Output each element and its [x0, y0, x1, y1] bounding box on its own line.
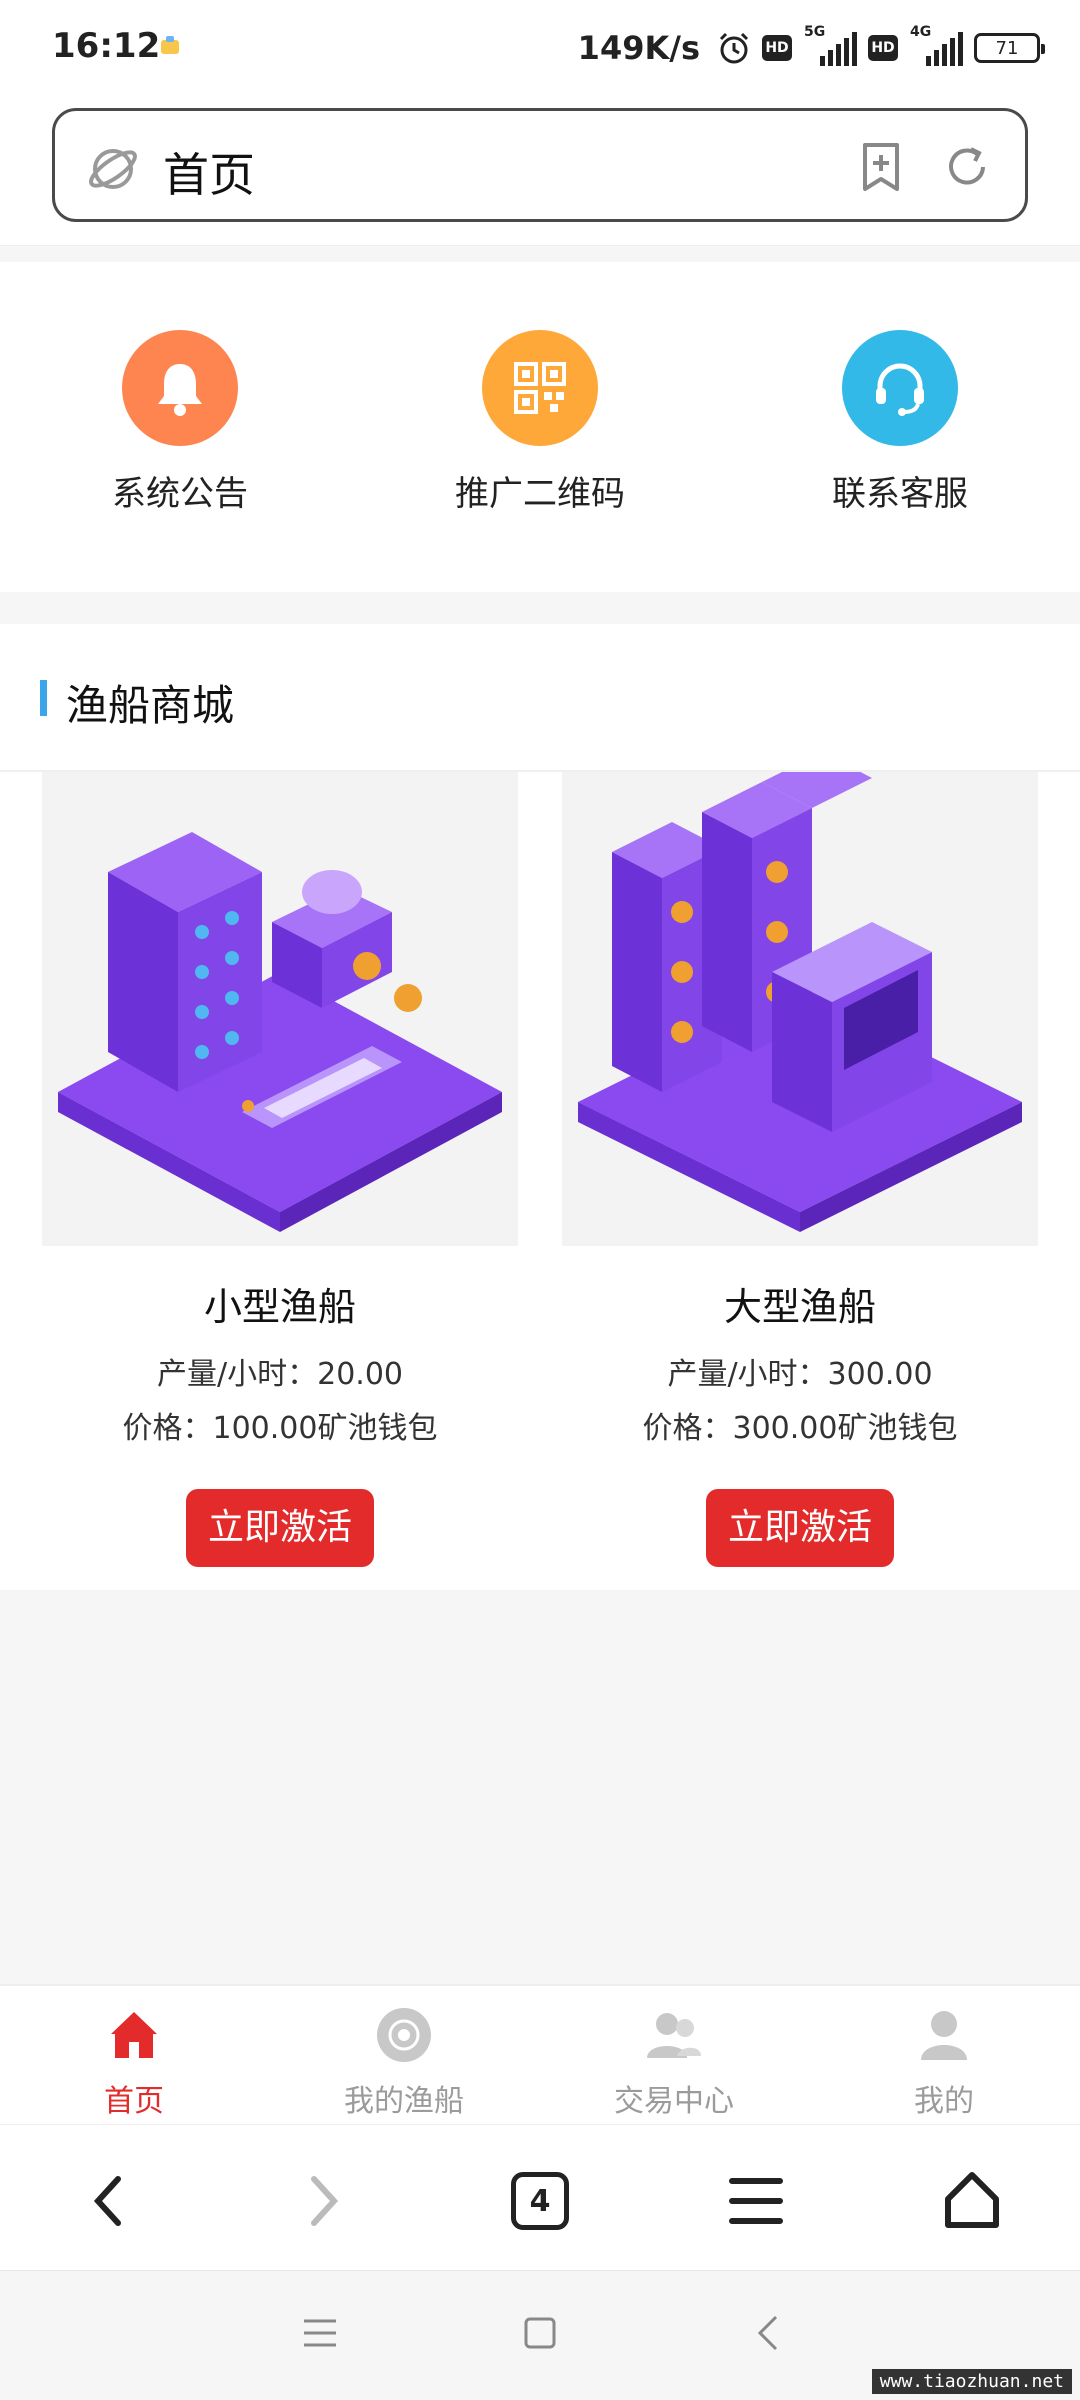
section-accent-bar: [40, 680, 47, 716]
alarm-icon: [719, 32, 749, 64]
planet-icon: [89, 149, 137, 189]
status-indicators: 149K/s HD 5G HD 4G 71: [577, 24, 1045, 72]
product-price: 价格：300.00矿池钱包: [642, 1411, 958, 1446]
bell-icon: [122, 330, 238, 446]
url-bar[interactable]: 首页: [52, 108, 1028, 222]
hd-badge: HD: [762, 35, 792, 61]
boat-mall-section: 渔船商城 小型渔船 产量/小时：20.00 价格：100.00矿池钱包 立即激活…: [0, 624, 1080, 1590]
battery-level: 71: [995, 37, 1019, 59]
tab-label: 交易中心: [614, 2084, 734, 2119]
tab-my-boats[interactable]: 我的渔船: [304, 2006, 504, 2120]
status-bar: 16:12 149K/s HD 5G HD 4G 71: [0, 0, 1080, 96]
add-bookmark-icon[interactable]: [855, 141, 907, 193]
battery-indicator: 71: [974, 33, 1045, 63]
back-button[interactable]: [76, 2169, 140, 2233]
tab-label: 首页: [104, 2084, 164, 2119]
product-card-small: 小型渔船 产量/小时：20.00 价格：100.00矿池钱包 立即激活: [42, 772, 518, 1567]
tab-home[interactable]: 首页: [34, 2006, 234, 2120]
product-image-large-server[interactable]: [562, 752, 1038, 1246]
quick-entry-label: 系统公告: [112, 474, 248, 514]
sim1-label: 5G: [804, 24, 826, 40]
home-square-icon[interactable]: [518, 2311, 562, 2355]
url-text[interactable]: 首页: [163, 139, 255, 205]
tab-trading-center[interactable]: 交易中心: [574, 2006, 774, 2120]
tabs-button[interactable]: 4: [508, 2169, 572, 2233]
sim2-label: 4G: [910, 24, 932, 40]
headset-icon: [842, 330, 958, 446]
product-rate: 产量/小时：20.00: [157, 1357, 403, 1392]
signal-sim2: 4G: [908, 24, 964, 68]
system-nav-bar: www.tiaozhuan.net: [0, 2270, 1080, 2400]
browser-toolbar: 首页: [0, 96, 1080, 246]
browser-nav-bar: 4: [0, 2124, 1080, 2270]
signal-sim1: 5G: [802, 24, 858, 68]
browser-home-icon: [945, 2172, 999, 2228]
hd-badge-2: HD: [868, 35, 898, 61]
home-button[interactable]: [940, 2169, 1004, 2233]
tab-count: 4: [511, 2172, 569, 2230]
user-icon: [921, 2011, 967, 2060]
refresh-icon[interactable]: [941, 141, 993, 193]
quick-entry-label: 联系客服: [832, 474, 968, 514]
activate-button[interactable]: 立即激活: [706, 1489, 894, 1567]
home-icon: [111, 2012, 157, 2058]
section-title: 渔船商城: [66, 681, 235, 730]
product-price: 价格：100.00矿池钱包: [122, 1411, 438, 1446]
chevron-right-icon: [311, 2176, 339, 2226]
watermark: www.tiaozhuan.net: [871, 2369, 1072, 2394]
product-card-large: 大型渔船 产量/小时：300.00 价格：300.00矿池钱包 立即激活: [562, 752, 1038, 1567]
recents-icon[interactable]: [298, 2311, 342, 2355]
quick-entry-announcement[interactable]: 系统公告: [60, 330, 300, 515]
product-rate: 产量/小时：300.00: [667, 1357, 933, 1392]
tab-label: 我的: [914, 2084, 974, 2119]
forward-button[interactable]: [292, 2169, 356, 2233]
back-icon[interactable]: [748, 2311, 792, 2355]
bottom-tabbar: 首页 我的渔船 交易中心 我的: [0, 1984, 1080, 2124]
tab-label: 我的渔船: [344, 2084, 464, 2119]
users-icon: [647, 2013, 701, 2058]
activate-button[interactable]: 立即激活: [186, 1489, 374, 1567]
notification-app-icon: [161, 36, 179, 54]
product-name: 小型渔船: [203, 1285, 356, 1329]
section-header: 渔船商城: [0, 624, 1080, 772]
net-speed: 149K/s: [577, 29, 700, 67]
menu-button[interactable]: [724, 2169, 788, 2233]
quick-entry-section: 系统公告 推广二维码 联系客服: [0, 262, 1080, 592]
product-image-small-server[interactable]: [42, 772, 518, 1246]
quick-entry-label: 推广二维码: [455, 474, 625, 514]
status-time: 16:12: [52, 26, 161, 66]
qrcode-icon: [482, 330, 598, 446]
quick-entry-qrcode[interactable]: 推广二维码: [420, 330, 660, 515]
quick-entry-customer-service[interactable]: 联系客服: [780, 330, 1020, 515]
tab-mine[interactable]: 我的: [844, 2006, 1044, 2120]
boat-icon: [377, 2008, 431, 2062]
menu-icon: [729, 2178, 783, 2224]
product-name: 大型渔船: [723, 1285, 876, 1329]
chevron-left-icon: [93, 2176, 121, 2226]
